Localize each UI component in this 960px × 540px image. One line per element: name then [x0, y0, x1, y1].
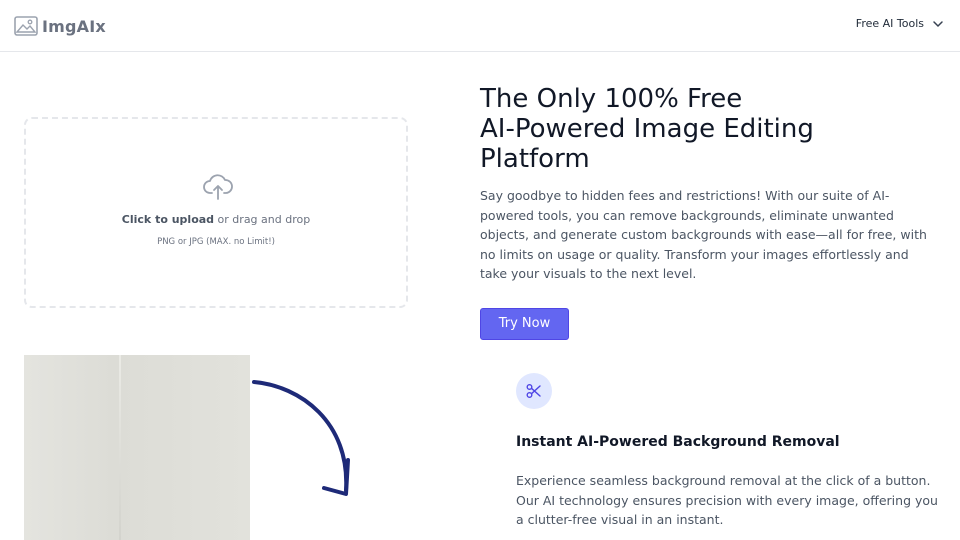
logo-text: ImgAIx: [42, 16, 106, 36]
feature-description: Experience seamless background removal a…: [516, 473, 938, 527]
hero-title-line1: The Only 100% Free: [480, 84, 743, 114]
upload-instruction: Click to upload or drag and drop: [26, 213, 406, 226]
chevron-down-icon: [933, 20, 943, 27]
click-to-upload-text: Click to upload: [121, 213, 215, 226]
upload-formats-text: PNG or JPG (MAX. no Limit!): [157, 237, 275, 247]
try-now-button[interactable]: Try Now: [480, 308, 569, 340]
scissors-icon: [526, 384, 541, 398]
hero-title-line2: AI-Powered Image Editing: [480, 114, 814, 144]
feature-title: Instant AI-Powered Background Removal: [516, 434, 840, 450]
image-logo-icon: [14, 16, 38, 36]
hero-title-line3: Platform: [480, 144, 590, 174]
top-nav-bar: ImgAIx Free AI Tools: [0, 0, 960, 52]
upload-dropzone[interactable]: Click to upload or drag and drop PNG or …: [24, 117, 408, 308]
free-ai-tools-menu[interactable]: Free AI Tools: [856, 17, 944, 30]
hero-description: Say goodbye to hidden fees and restricti…: [480, 188, 927, 281]
example-image-preview: [24, 355, 250, 540]
feature-icon-badge: [516, 373, 552, 409]
hero-title: The Only 100% Free AI-Powered Image Edit…: [480, 84, 940, 174]
cloud-upload-icon: [203, 174, 233, 200]
free-ai-tools-label: Free AI Tools: [855, 17, 924, 30]
drag-drop-text: or drag and drop: [214, 213, 311, 226]
image-seam: [119, 355, 121, 540]
logo[interactable]: ImgAIx: [14, 15, 106, 37]
curved-arrow-icon: [252, 380, 350, 496]
